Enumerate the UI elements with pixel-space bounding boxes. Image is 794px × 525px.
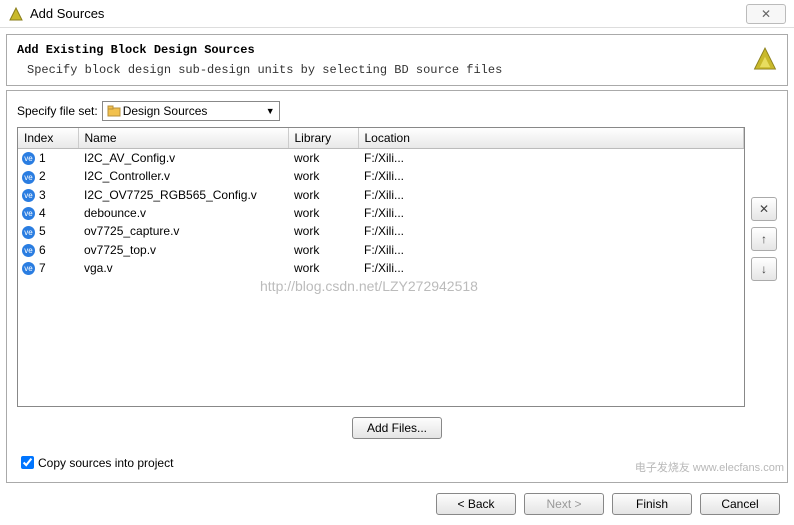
col-library[interactable]: Library (288, 128, 358, 149)
titlebar: Add Sources ✕ (0, 0, 794, 28)
verilog-file-icon: ve (22, 226, 35, 239)
files-table: Index Name Library Location ve1I2C_AV_Co… (18, 128, 744, 277)
col-location[interactable]: Location (358, 128, 744, 149)
remove-button[interactable]: ✕ (751, 197, 777, 221)
move-down-button[interactable]: ↓ (751, 257, 777, 281)
fileset-label: Specify file set: (17, 104, 98, 118)
files-table-wrap: Index Name Library Location ve1I2C_AV_Co… (17, 127, 745, 407)
file-name: ov7725_top.v (78, 241, 288, 259)
table-row[interactable]: ve2I2C_Controller.vworkF:/Xili... (18, 167, 744, 185)
file-name: vga.v (78, 259, 288, 277)
add-files-row: Add Files... (17, 417, 777, 439)
move-up-button[interactable]: ↑ (751, 227, 777, 251)
close-button[interactable]: ✕ (746, 4, 786, 24)
col-index[interactable]: Index (18, 128, 78, 149)
app-logo-icon (8, 6, 24, 22)
window-title: Add Sources (30, 6, 104, 21)
file-library: work (288, 222, 358, 240)
wizard-body: Specify file set: Design Sources ▼ Index… (6, 90, 788, 483)
file-location: F:/Xili... (358, 259, 744, 277)
file-library: work (288, 241, 358, 259)
file-location: F:/Xili... (358, 149, 744, 168)
copy-sources-label: Copy sources into project (38, 456, 173, 470)
table-row[interactable]: ve6ov7725_top.vworkF:/Xili... (18, 241, 744, 259)
fileset-select[interactable]: Design Sources ▼ (102, 101, 280, 121)
file-location: F:/Xili... (358, 167, 744, 185)
file-location: F:/Xili... (358, 222, 744, 240)
folder-icon (107, 104, 121, 118)
file-location: F:/Xili... (358, 204, 744, 222)
wizard-subtitle: Add Existing Block Design Sources (17, 43, 777, 57)
brand-watermark: 电子发烧友 www.elecfans.com (635, 459, 784, 475)
fileset-row: Specify file set: Design Sources ▼ (17, 101, 777, 121)
file-name: ov7725_capture.v (78, 222, 288, 240)
table-row[interactable]: ve1I2C_AV_Config.vworkF:/Xili... (18, 149, 744, 168)
verilog-file-icon: ve (22, 189, 35, 202)
verilog-file-icon: ve (22, 262, 35, 275)
table-row[interactable]: ve5ov7725_capture.vworkF:/Xili... (18, 222, 744, 240)
verilog-file-icon: ve (22, 244, 35, 257)
file-library: work (288, 149, 358, 168)
table-row[interactable]: ve3I2C_OV7725_RGB565_Config.vworkF:/Xili… (18, 186, 744, 204)
finish-button[interactable]: Finish (612, 493, 692, 515)
copy-sources-checkbox[interactable] (21, 456, 34, 469)
file-name: I2C_Controller.v (78, 167, 288, 185)
file-location: F:/Xili... (358, 241, 744, 259)
file-library: work (288, 204, 358, 222)
file-library: work (288, 259, 358, 277)
file-name: I2C_AV_Config.v (78, 149, 288, 168)
vivado-logo-icon (751, 45, 779, 76)
back-button[interactable]: < Back (436, 493, 516, 515)
file-name: I2C_OV7725_RGB565_Config.v (78, 186, 288, 204)
table-row[interactable]: ve4debounce.vworkF:/Xili... (18, 204, 744, 222)
file-library: work (288, 167, 358, 185)
file-library: work (288, 186, 358, 204)
cancel-button[interactable]: Cancel (700, 493, 780, 515)
wizard-footer: < Back Next > Finish Cancel (0, 483, 794, 525)
content-row: Index Name Library Location ve1I2C_AV_Co… (17, 127, 777, 407)
verilog-file-icon: ve (22, 152, 35, 165)
file-location: F:/Xili... (358, 186, 744, 204)
col-name[interactable]: Name (78, 128, 288, 149)
verilog-file-icon: ve (22, 207, 35, 220)
file-name: debounce.v (78, 204, 288, 222)
wizard-description: Specify block design sub-design units by… (27, 63, 777, 77)
wizard-header: Add Existing Block Design Sources Specif… (6, 34, 788, 86)
verilog-file-icon: ve (22, 171, 35, 184)
add-files-button[interactable]: Add Files... (352, 417, 442, 439)
table-row[interactable]: ve7vga.vworkF:/Xili... (18, 259, 744, 277)
chevron-down-icon: ▼ (266, 106, 275, 116)
fileset-value: Design Sources (123, 104, 208, 118)
side-buttons: ✕ ↑ ↓ (751, 127, 777, 407)
next-button: Next > (524, 493, 604, 515)
